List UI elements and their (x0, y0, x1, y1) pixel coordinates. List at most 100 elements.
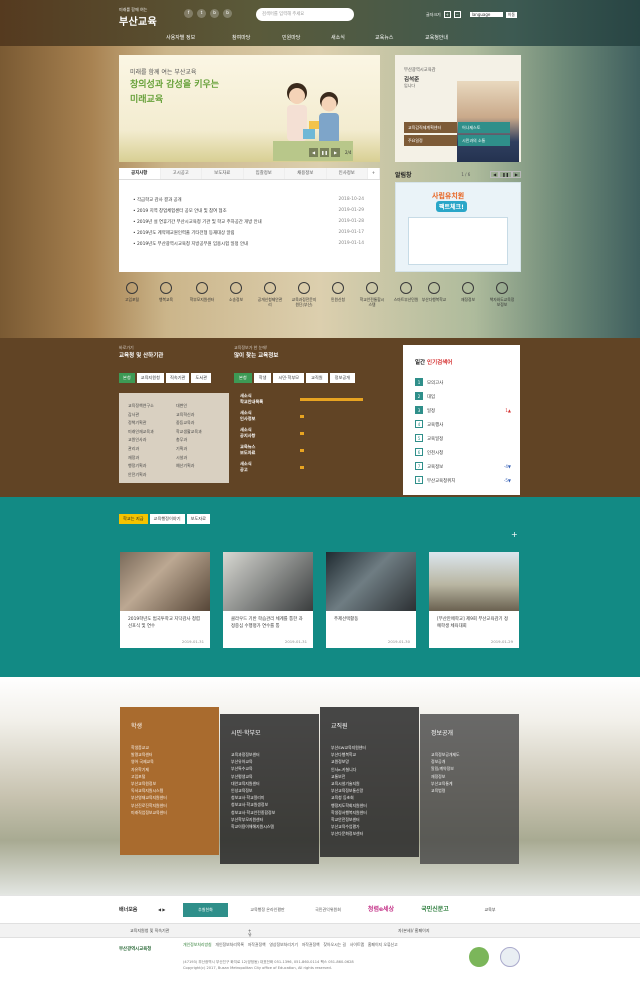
tab-disclosure[interactable]: 정보공개 (329, 373, 356, 383)
list-item[interactable]: 학생정서행복지원센터 (331, 809, 419, 816)
keyword-item[interactable]: 2 대입 (415, 392, 511, 402)
select-agency[interactable]: 유관기관 + (248, 928, 252, 955)
tab-press[interactable]: 보도자료 (186, 514, 210, 524)
band-icon[interactable]: b (223, 9, 232, 18)
facebook-icon[interactable]: f (184, 9, 193, 18)
list-item[interactable]: 영어 국제교육 (131, 758, 219, 765)
news-card[interactable]: [부산만에학교] 제9회 부산교육감기 정예학생 체육대회 2019-01-29 (429, 552, 519, 648)
zoom-out-button[interactable]: − (453, 11, 461, 18)
footer-link[interactable]: 홈페이지 오류신고 (368, 942, 398, 947)
list-item[interactable]: 청보교사·학교원생정보 (231, 801, 319, 808)
select-office[interactable]: 교육지원청 및 직속기관 (130, 928, 169, 934)
list-item[interactable]: 중등교육과 (176, 419, 202, 428)
notice-more-icon[interactable]: + (368, 168, 380, 179)
site-logo[interactable]: 미래를 함께 여는 부산교육 (119, 7, 157, 28)
banner-item[interactable]: 교육부 (465, 903, 515, 917)
tab-personnel[interactable]: 인사정보 (326, 168, 368, 179)
list-item[interactable]: 교원인사과 (128, 436, 154, 445)
footer-link[interactable]: 개인정보처리방침 (183, 942, 212, 947)
list-item[interactable]: 행정지도학회지원센터 (331, 802, 419, 809)
list-item[interactable]: 정책기획관 (128, 419, 154, 428)
zoom-in-button[interactable]: + (443, 11, 451, 18)
tab-main-office[interactable]: 본청 (119, 373, 135, 383)
blog-icon[interactable]: b (210, 9, 219, 18)
list-item[interactable]: 감사관 (128, 411, 154, 420)
list-item[interactable]: 인사e-카칠니다 (331, 766, 419, 773)
news-more-icon[interactable]: + (511, 530, 518, 539)
news-card[interactable]: 주제선택활동 2019-01-30 (326, 552, 416, 648)
tab-notice[interactable]: 공지사항 (119, 168, 161, 179)
select-school[interactable]: 자(본세)/ 홈페이지 (398, 928, 430, 934)
footer-link[interactable]: 사이트맵 (350, 942, 364, 947)
list-item[interactable]: 재정정보 (431, 773, 519, 780)
list-item[interactable]: 학교안전정보센터 (331, 816, 419, 823)
tab-school-now[interactable]: 학교는 지금 (119, 514, 148, 524)
nav-civil[interactable]: 민원마당 (282, 34, 300, 41)
list-item[interactable]: 청보교사·학교알리미 (231, 794, 319, 801)
list-item[interactable]: • 각급학교 감사 결과 공개 2018-10-24 (133, 197, 364, 208)
quick-item[interactable]: 책자와도교육정보정보 (489, 282, 515, 307)
list-item[interactable]: 교육시설기술지원 (331, 780, 419, 787)
tab-library[interactable]: 도서관 (191, 373, 211, 383)
keyword-item[interactable]: 1 모의고사 (415, 378, 511, 388)
banner-item[interactable]: 교육행정 온라인평판 (240, 903, 295, 917)
twitter-icon[interactable]: t (197, 9, 206, 18)
list-item[interactable]: 교육청 등초회 (331, 794, 419, 801)
quick-item[interactable]: 민원신청 (325, 282, 351, 302)
list-item[interactable]: 관리과 (128, 445, 154, 454)
list-item[interactable]: 부산다행복학교 (331, 751, 419, 758)
tab-affiliated[interactable]: 직속기관 (165, 373, 190, 383)
footer-link[interactable]: 저작권정책 (302, 942, 320, 947)
quick-item[interactable]: 학부모지원센터 (189, 282, 215, 302)
search-input[interactable]: 검색어를 입력해 주세요 (256, 8, 354, 21)
banner-controls[interactable]: ◀ ▶ (158, 907, 165, 912)
list-item[interactable]: 정보공개 (431, 758, 519, 765)
tab-recruit[interactable]: 채용정보 (285, 168, 327, 179)
list-item[interactable]: 부산학부모지원센터 (231, 816, 319, 823)
hero-banner[interactable]: 미래를 함께 여는 부산교육 창의성과 감성을 키우는 미래교육 ◀ ❚❚ ▶ … (119, 55, 380, 162)
language-select[interactable]: language (469, 12, 503, 17)
quick-item[interactable]: 학교안전통합시스템 (359, 282, 385, 307)
list-item[interactable]: • 2019년도 부산광역시교육청 지방공무원 임용시험 일정 안내 2019-0… (133, 241, 364, 252)
list-item[interactable]: 학생증교교 (131, 744, 219, 751)
popup-image[interactable]: 사립유치원 팩트체크! (395, 182, 521, 272)
footer-link[interactable]: 찾아오시는 길 (323, 942, 346, 947)
list-item[interactable]: 행정기획과 (128, 462, 154, 471)
list-item[interactable]: • 2019년도 계약제교원인력풀 기타전형 등재대상 알림 2019-01-17 (133, 230, 364, 241)
tab-announcement[interactable]: 고시공고 (160, 168, 202, 179)
info-row[interactable]: 새소식 공고 (240, 461, 252, 472)
list-item[interactable]: 대변인 (176, 402, 202, 411)
tab-bidding[interactable]: 입찰정보 (243, 168, 285, 179)
list-item[interactable]: • 2019 지역 창업체험센터 공모 안내 및 참여 협조 2019-01-29 (133, 208, 364, 219)
quick-item[interactable]: 재정정보 (455, 282, 481, 302)
list-item[interactable]: 교육정책연구소 (128, 402, 154, 411)
info-row[interactable]: 교육뉴스 보도자료 (240, 444, 255, 455)
keyword-item[interactable]: 3 일정 1▲ (415, 406, 511, 416)
list-item[interactable]: 부산평생교육 (231, 773, 319, 780)
info-row[interactable]: 새소식 공지사항 (240, 427, 255, 438)
profile-button-1[interactable]: 교육감직제계획센터 (404, 122, 457, 133)
prev-icon[interactable]: ◀ (309, 148, 318, 157)
news-card[interactable]: 2019학년도 범국투학교 지닥감사 청렴 선포식 및 연수 2019-01-3… (120, 552, 210, 648)
list-item[interactable]: 부산다문화정보센터 (331, 830, 419, 837)
list-item[interactable]: 부산SW교육지원센터 (331, 744, 419, 751)
list-item[interactable]: 고입포털 (131, 773, 219, 780)
footer-link[interactable]: 영상정보처리기기 (269, 942, 298, 947)
info-row[interactable]: 새소식 학교안내목록 (240, 393, 263, 404)
list-item[interactable]: 교육법령 (431, 787, 519, 794)
list-item[interactable]: 발명교육센터 (131, 751, 219, 758)
tab-staff[interactable]: 교직원 (306, 373, 328, 383)
pause-icon[interactable]: ❚❚ (320, 148, 329, 157)
pause-icon[interactable]: ❚❚ (499, 170, 512, 178)
list-item[interactable]: 교육과정정보센터 (231, 751, 319, 758)
nav-office-info[interactable]: 교육청안내 (425, 34, 448, 41)
list-item[interactable]: • 2019년 설 연휴기간 부산시교육청 기관 및 학교 주차공간 개방 안내… (133, 219, 364, 230)
tab-student[interactable]: 학생 (253, 373, 272, 383)
quick-item[interactable]: 행복교육 (153, 282, 179, 302)
keyword-item[interactable]: 6 인천시청 (415, 448, 511, 458)
list-item[interactable]: 미래인재교육과 (128, 428, 154, 437)
list-item[interactable]: 부산교육통계 (431, 780, 519, 787)
list-item[interactable]: 교통보전 (331, 773, 419, 780)
profile-button-3[interactable]: 주요일정 (404, 135, 457, 146)
list-item[interactable]: 시설과 (176, 454, 202, 463)
